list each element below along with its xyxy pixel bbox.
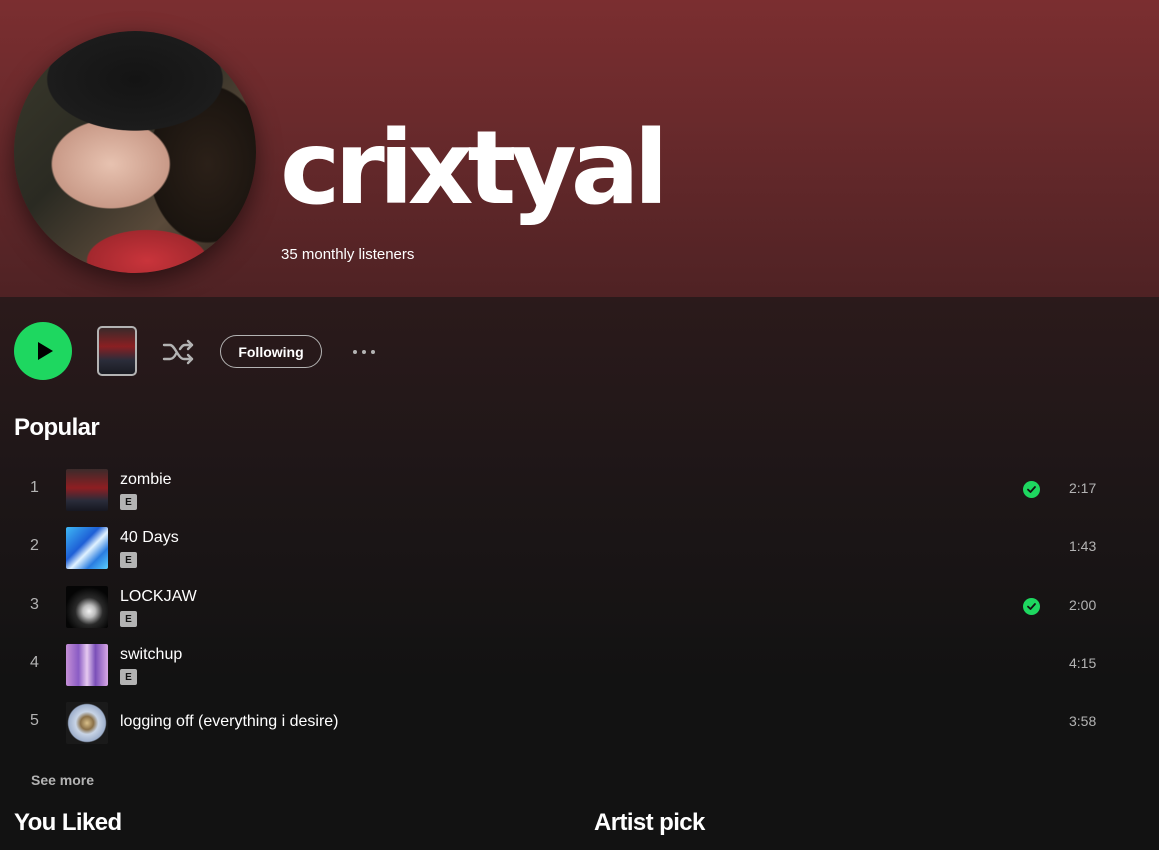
- track-duration: 2:17: [1069, 480, 1097, 496]
- following-button[interactable]: Following: [220, 335, 322, 368]
- shuffle-button[interactable]: [161, 335, 197, 369]
- track-row[interactable]: 5 logging off (everything i desire) 3:58: [14, 694, 1131, 750]
- track-title[interactable]: logging off (everything i desire): [120, 713, 339, 731]
- track-cover: [66, 644, 108, 686]
- explicit-badge: E: [120, 552, 137, 568]
- you-liked-heading: You Liked: [14, 809, 122, 836]
- check-circle-icon[interactable]: [1023, 481, 1040, 498]
- track-cover: [66, 527, 108, 569]
- track-title[interactable]: 40 Days: [120, 529, 179, 547]
- track-rank: 4: [30, 654, 39, 671]
- play-icon: [37, 342, 53, 360]
- more-options-icon: [353, 350, 357, 354]
- play-button[interactable]: [14, 322, 72, 380]
- track-duration: 4:15: [1069, 655, 1097, 671]
- artist-pick-heading: Artist pick: [594, 809, 705, 836]
- track-duration: 3:58: [1069, 713, 1097, 729]
- more-options-button[interactable]: [346, 340, 382, 364]
- see-more-link[interactable]: See more: [31, 772, 94, 788]
- track-cover: [66, 586, 108, 628]
- artist-preview-thumbnail[interactable]: [97, 326, 137, 376]
- track-title[interactable]: switchup: [120, 646, 182, 664]
- shuffle-icon: [162, 339, 194, 365]
- track-title[interactable]: zombie: [120, 471, 172, 489]
- track-rank: 1: [30, 479, 39, 496]
- monthly-listeners: 35 monthly listeners: [281, 246, 415, 263]
- track-rank: 2: [30, 537, 39, 554]
- track-row[interactable]: 1 zombie E 2:17: [14, 461, 1131, 517]
- artist-avatar: [14, 31, 256, 273]
- track-row[interactable]: 2 40 Days E 1:43: [14, 519, 1131, 575]
- track-duration: 2:00: [1069, 597, 1097, 613]
- track-row[interactable]: 4 switchup E 4:15: [14, 636, 1131, 692]
- track-rank: 5: [30, 712, 39, 729]
- track-duration: 1:43: [1069, 538, 1097, 554]
- check-circle-icon[interactable]: [1023, 598, 1040, 615]
- artist-name: crixtyal: [280, 109, 669, 228]
- track-cover: [66, 469, 108, 511]
- track-title[interactable]: LOCKJAW: [120, 588, 197, 606]
- popular-heading: Popular: [14, 414, 100, 441]
- explicit-badge: E: [120, 494, 137, 510]
- track-row[interactable]: 3 LOCKJAW E 2:00: [14, 578, 1131, 634]
- explicit-badge: E: [120, 611, 137, 627]
- explicit-badge: E: [120, 669, 137, 685]
- track-rank: 3: [30, 596, 39, 613]
- track-cover: [66, 702, 108, 744]
